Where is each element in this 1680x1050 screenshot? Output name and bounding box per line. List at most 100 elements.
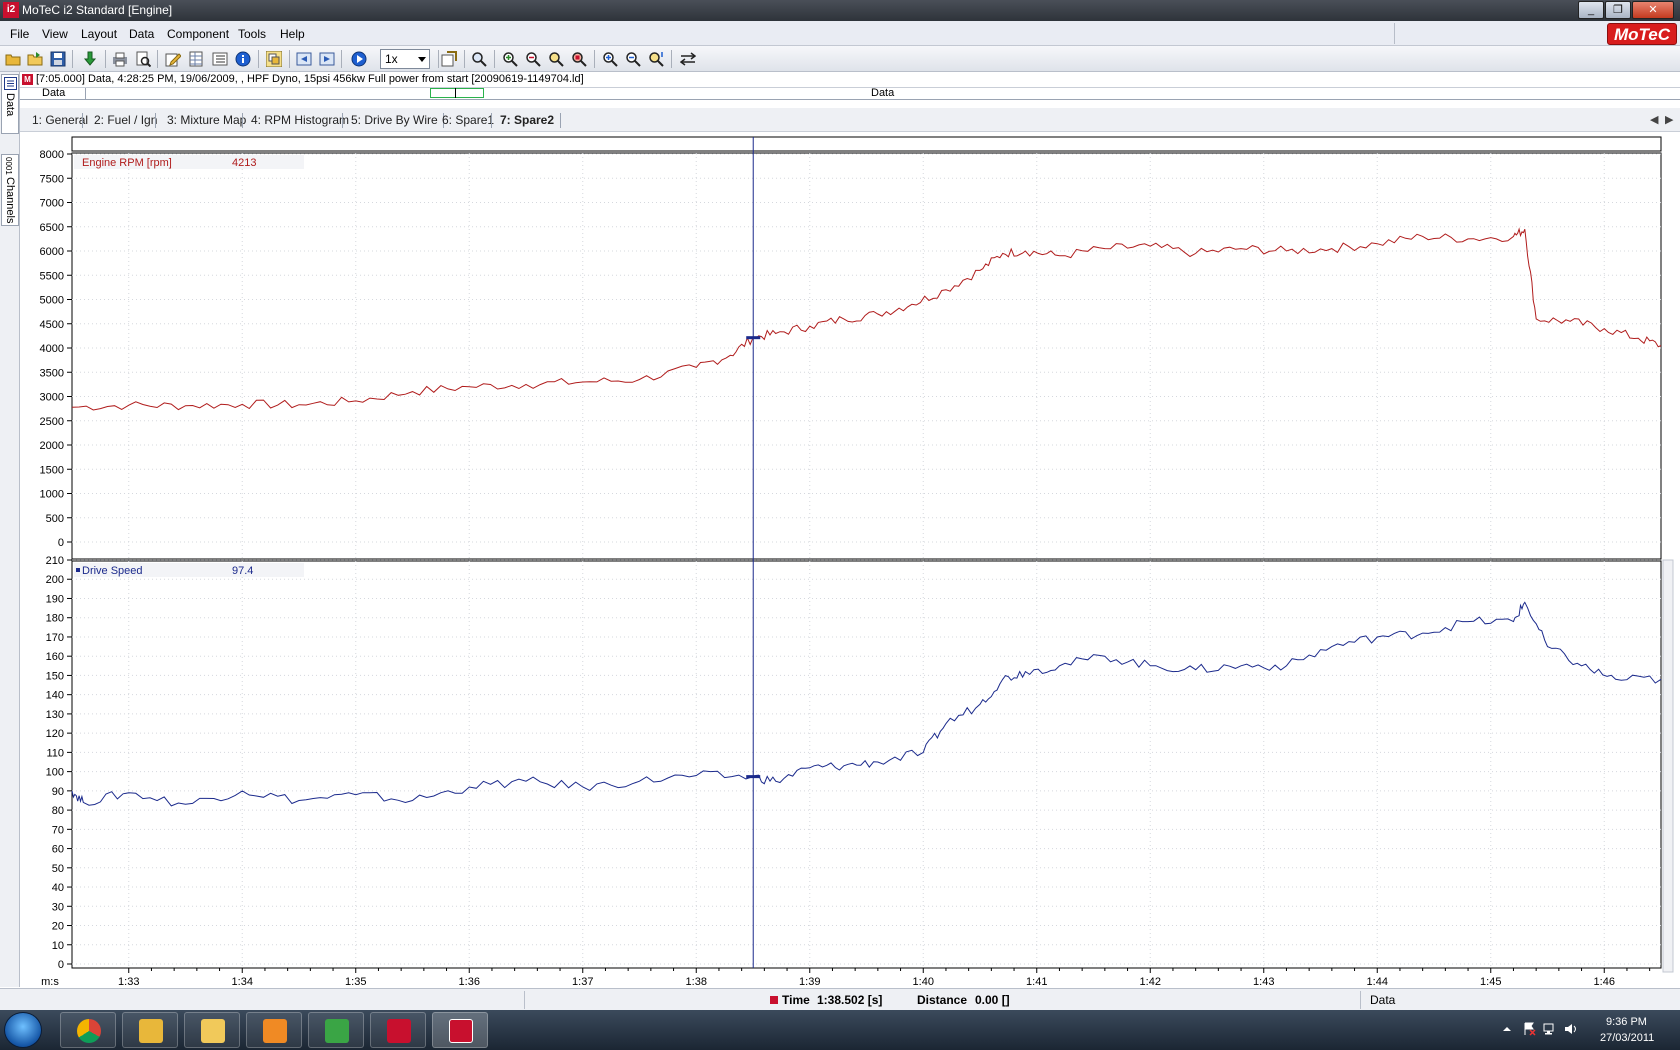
table-icon[interactable] [188, 51, 204, 67]
side-tab-channels[interactable]: 0001 Channels [1, 154, 19, 226]
tab-spare1[interactable]: 6: Spare1 [442, 113, 494, 127]
cursor-marker-icon [770, 996, 778, 1004]
tab-rpm-histogram[interactable]: 4: RPM Histogram [251, 113, 349, 127]
overview-range-handle[interactable] [430, 88, 484, 98]
y-tick-label: 160 [46, 651, 64, 663]
edit-icon[interactable] [165, 51, 181, 67]
maximize-button[interactable]: ❐ [1605, 1, 1631, 19]
vertical-scrollbar[interactable] [1662, 559, 1674, 973]
toolbar: 1x [0, 46, 1680, 72]
tab-drive-by-wire[interactable]: 5: Drive By Wire [351, 113, 438, 127]
info-icon[interactable] [235, 51, 251, 67]
tab-spare2[interactable]: 7: Spare2 [500, 113, 554, 127]
plot-panel-1[interactable] [71, 152, 1662, 560]
side-tab-data[interactable]: Data [1, 74, 19, 134]
taskbar-messenger[interactable] [308, 1012, 364, 1048]
search-icon[interactable] [471, 51, 487, 67]
menu-component[interactable]: Component [167, 27, 229, 41]
y-tick-label: 60 [52, 844, 64, 856]
taskbar-outlook[interactable] [122, 1012, 178, 1048]
tab-fuel-ign[interactable]: 2: Fuel / Ign [94, 113, 157, 127]
y-tick-label: 6000 [40, 246, 64, 258]
menu-data[interactable]: Data [129, 27, 154, 41]
time-series-chart[interactable]: 0500100015002000250030003500400045005000… [20, 132, 1680, 988]
network-icon[interactable] [1543, 1022, 1557, 1036]
status-data-label: Data [1370, 993, 1396, 1007]
y-tick-label: 90 [52, 786, 64, 798]
action-center-icon[interactable] [1522, 1022, 1536, 1036]
x-tick-label: 1:44 [1367, 976, 1388, 988]
zoom-reset-icon[interactable] [571, 51, 587, 67]
print-preview-icon[interactable] [135, 51, 151, 67]
data-icon [4, 77, 17, 90]
taskbar-explorer[interactable] [184, 1012, 240, 1048]
y-tick-label: 140 [46, 690, 64, 702]
x-tick-label: 1:33 [118, 976, 139, 988]
menu-tools[interactable]: Tools [238, 27, 266, 41]
x-tick-label: 1:38 [686, 976, 707, 988]
download-icon[interactable] [82, 51, 98, 67]
y-tick-label: 120 [46, 728, 64, 740]
y-tick-label: 170 [46, 632, 64, 644]
playback-speed-select[interactable]: 1x [380, 49, 430, 69]
side-tab-data-label: Data [4, 93, 16, 117]
pdf-icon [387, 1019, 411, 1043]
tab-mixture-map[interactable]: 3: Mixture Map [167, 113, 246, 127]
zoom-in-icon[interactable] [502, 51, 518, 67]
volume-icon[interactable] [1564, 1022, 1578, 1036]
properties-icon[interactable] [441, 51, 457, 67]
i2-icon [449, 1019, 473, 1043]
y-tick-label: 3000 [40, 392, 64, 404]
y-tick-label: 210 [46, 555, 64, 567]
zoom-x-in-icon[interactable] [602, 51, 618, 67]
taskbar-motec-i2[interactable] [432, 1012, 488, 1048]
tray-expand-icon[interactable] [1500, 1022, 1514, 1036]
overlay-icon[interactable] [266, 51, 282, 67]
x-tick-label: 1:37 [572, 976, 593, 988]
menu-help[interactable]: Help [280, 27, 305, 41]
y-tick-label: 30 [52, 901, 64, 913]
legend-cursor-value-1: 4213 [232, 157, 256, 169]
x-tick-label: 1:34 [232, 976, 253, 988]
zoom-y-icon[interactable] [625, 51, 641, 67]
menu-file[interactable]: File [10, 27, 29, 41]
plot-panel-2[interactable] [71, 560, 1662, 969]
tab-scroll-right-icon[interactable]: ▶ [1665, 113, 1673, 126]
status-distance-value: 0.00 [] [975, 993, 1010, 1007]
x-tick-label: 1:35 [345, 976, 366, 988]
taskbar-acrobat[interactable] [370, 1012, 426, 1048]
menu-view[interactable]: View [42, 27, 68, 41]
taskbar-chrome[interactable] [60, 1012, 116, 1048]
y-tick-label: 0 [58, 537, 64, 549]
open-folder-icon[interactable] [5, 51, 21, 67]
app-icon: i2 [3, 2, 19, 18]
close-button[interactable]: ✕ [1632, 1, 1674, 19]
clock-time: 9:36 PM [1606, 1016, 1647, 1028]
legend-series-name-1: Engine RPM [rpm] [82, 157, 172, 169]
sync-icon[interactable] [680, 51, 696, 67]
back-icon[interactable] [296, 51, 312, 67]
start-button[interactable] [4, 1012, 42, 1048]
tab-scroll-left-icon[interactable]: ◀ [1650, 113, 1658, 126]
y-tick-label: 0 [58, 959, 64, 971]
overview-strip[interactable]: Data Data [20, 87, 1680, 100]
tab-general[interactable]: 1: General [32, 113, 88, 127]
zoom-custom-icon[interactable] [648, 51, 664, 67]
open-icon[interactable] [27, 51, 43, 67]
toolbar-separator [105, 50, 106, 68]
menu-layout[interactable]: Layout [81, 27, 117, 41]
list-icon[interactable] [212, 51, 228, 67]
minimize-button[interactable]: _ [1578, 1, 1604, 19]
print-icon[interactable] [112, 51, 128, 67]
toolbar-separator [464, 50, 465, 68]
zoom-fit-icon[interactable] [548, 51, 564, 67]
y-tick-label: 7000 [40, 198, 64, 210]
play-icon[interactable] [351, 51, 367, 67]
zoom-out-icon[interactable] [525, 51, 541, 67]
save-icon[interactable] [50, 51, 66, 67]
worksheet-tabs: 1: General 2: Fuel / Ign 3: Mixture Map … [20, 108, 1680, 132]
taskbar-media-player[interactable] [246, 1012, 302, 1048]
log-info-text: [7:05.000] Data, 4:28:25 PM, 19/06/2009,… [36, 73, 584, 85]
forward-icon[interactable] [319, 51, 335, 67]
status-time-label: Time [782, 993, 810, 1007]
